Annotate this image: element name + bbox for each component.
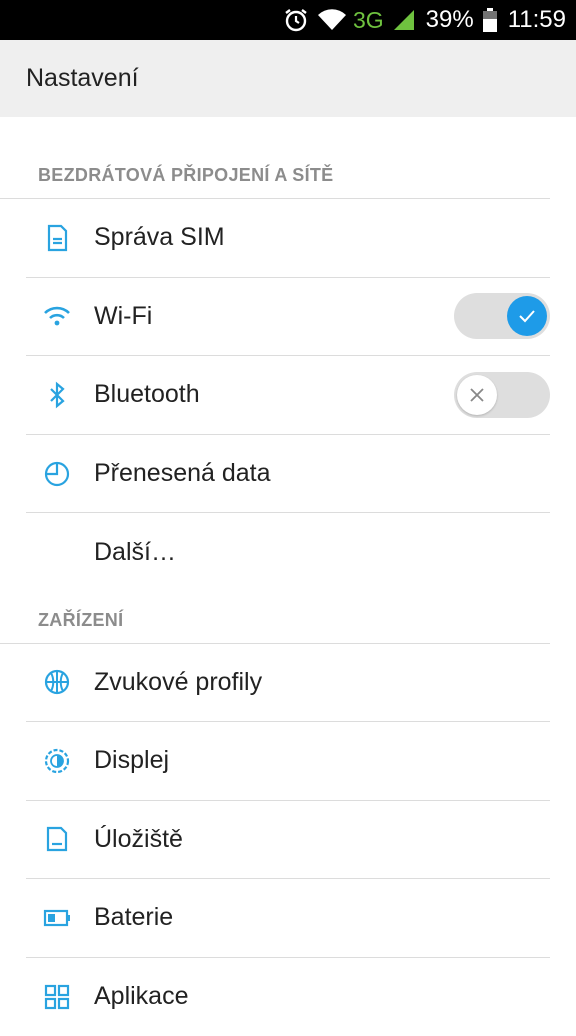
toggle-knob xyxy=(457,375,497,415)
setting-label: Zvukové profily xyxy=(94,668,262,697)
setting-label: Baterie xyxy=(94,903,173,932)
clock: 11:59 xyxy=(508,6,566,34)
setting-label: Správa SIM xyxy=(94,223,225,252)
close-icon xyxy=(466,384,488,406)
setting-label: Další… xyxy=(94,538,176,567)
display-icon xyxy=(40,744,74,778)
wifi-signal-icon xyxy=(317,8,347,32)
battery-percent: 39% xyxy=(426,6,474,34)
setting-battery[interactable]: Baterie xyxy=(26,879,550,958)
storage-icon xyxy=(40,822,74,856)
data-usage-icon xyxy=(40,456,74,490)
page-title: Nastavení xyxy=(26,64,139,93)
sim-card-icon xyxy=(40,221,74,255)
apps-icon xyxy=(40,980,74,1014)
wifi-toggle[interactable] xyxy=(454,293,550,339)
battery-setting-icon xyxy=(40,901,74,935)
setting-audio-profiles[interactable]: Zvukové profily xyxy=(26,644,550,723)
status-bar: 3G 39% 11:59 xyxy=(0,0,576,40)
audio-profiles-icon xyxy=(40,665,74,699)
setting-sim-management[interactable]: Správa SIM xyxy=(26,199,550,278)
setting-label: Úložiště xyxy=(94,825,183,854)
bluetooth-icon xyxy=(40,378,74,412)
setting-label: Displej xyxy=(94,746,169,775)
setting-label: Bluetooth xyxy=(94,380,200,409)
alarm-icon xyxy=(283,7,309,33)
setting-data-usage[interactable]: Přenesená data xyxy=(26,435,550,514)
setting-display[interactable]: Displej xyxy=(26,722,550,801)
network-type-label: 3G xyxy=(353,7,384,34)
bluetooth-toggle[interactable] xyxy=(454,372,550,418)
section-header-wireless: BEZDRÁTOVÁ PŘIPOJENÍ A SÍTĚ xyxy=(0,117,550,199)
setting-label: Wi-Fi xyxy=(94,302,152,331)
setting-storage[interactable]: Úložiště xyxy=(26,801,550,880)
setting-bluetooth[interactable]: Bluetooth xyxy=(26,356,550,435)
wifi-icon xyxy=(40,299,74,333)
setting-more[interactable]: Další… xyxy=(26,513,550,592)
setting-wifi[interactable]: Wi-Fi xyxy=(26,278,550,357)
battery-icon xyxy=(482,7,498,33)
setting-apps[interactable]: Aplikace xyxy=(26,958,550,1036)
setting-label: Přenesená data xyxy=(94,459,271,488)
setting-label: Aplikace xyxy=(94,982,189,1011)
toggle-knob xyxy=(507,296,547,336)
settings-list: BEZDRÁTOVÁ PŘIPOJENÍ A SÍTĚ Správa SIM W… xyxy=(0,117,576,1036)
cell-signal-icon xyxy=(392,8,416,32)
checkmark-icon xyxy=(516,305,538,327)
section-header-device: ZAŘÍZENÍ xyxy=(0,592,550,644)
app-bar: Nastavení xyxy=(0,40,576,117)
